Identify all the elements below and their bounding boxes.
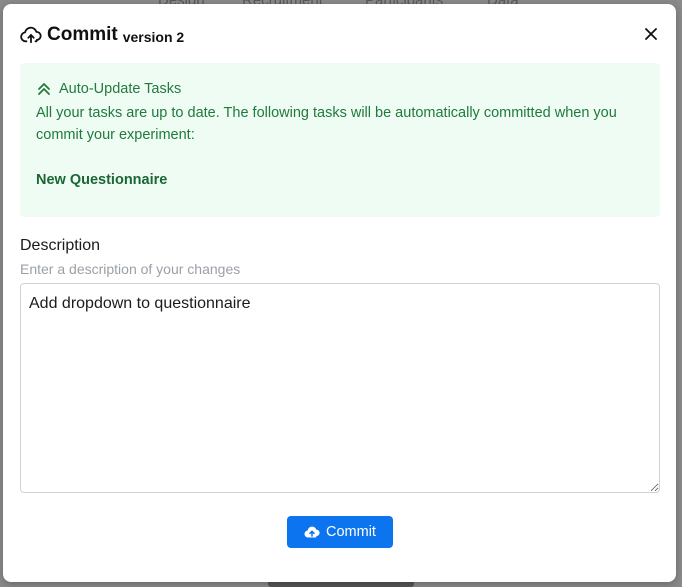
description-textarea[interactable] (20, 283, 660, 493)
description-label: Description (20, 237, 101, 254)
commit-button-label: Commit (326, 524, 376, 540)
task-name: New Questionnaire (36, 172, 168, 188)
commit-button[interactable]: Commit (287, 516, 393, 548)
close-button[interactable] (641, 24, 661, 44)
version-label: version 2 (122, 28, 185, 45)
modal-header: Commit version 2 (20, 23, 659, 47)
alert-title-row: Auto-Update Tasks (36, 81, 644, 97)
cloud-upload-icon (20, 26, 42, 44)
chevrons-up-icon (36, 81, 52, 97)
alert-title: Auto-Update Tasks (59, 81, 182, 97)
description-hint: Enter a description of your changes (20, 261, 241, 277)
auto-update-alert: Auto-Update Tasks All your tasks are up … (20, 63, 660, 217)
cloud-upload-icon (304, 525, 320, 539)
commit-modal: Commit version 2 Auto-Update Tasks All y… (3, 4, 676, 582)
modal-title: Commit (47, 24, 118, 45)
close-icon (645, 28, 657, 40)
alert-body: All your tasks are up to date. The follo… (36, 105, 617, 143)
